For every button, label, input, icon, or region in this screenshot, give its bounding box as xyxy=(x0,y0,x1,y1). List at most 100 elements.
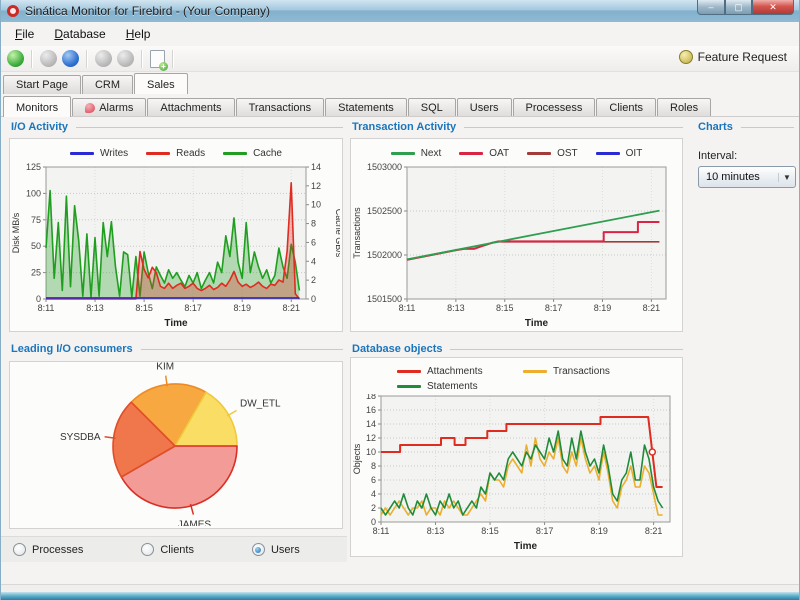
legend-item-writes: Writes xyxy=(70,148,128,159)
db-objects-chart: 8:11 8:13 8:15 8:17 8:19 8:21 0 2 4 6 8 10 12 14 16 18 O… xyxy=(352,391,671,552)
legend-item-attachments: Attachments xyxy=(397,364,523,379)
pause-icon[interactable] xyxy=(40,50,57,67)
svg-text:8:17: 8:17 xyxy=(545,303,563,313)
window-bottom-edge xyxy=(1,592,799,600)
menu-file[interactable]: File xyxy=(5,24,44,44)
bulb-icon xyxy=(678,50,693,64)
svg-text:8:11: 8:11 xyxy=(38,303,55,313)
close-button[interactable]: ✕ xyxy=(752,0,794,15)
legend-swatch xyxy=(595,152,620,155)
tab-processes[interactable]: Processess xyxy=(512,98,596,117)
svg-text:6: 6 xyxy=(311,237,316,247)
tab-crm[interactable]: CRM xyxy=(81,75,134,94)
radio-processes[interactable]: Processes xyxy=(13,543,83,556)
svg-text:Time: Time xyxy=(514,541,538,552)
svg-text:10: 10 xyxy=(366,447,376,457)
menu-help[interactable]: Help xyxy=(116,24,161,44)
tab-alarms[interactable]: Alarms xyxy=(72,98,147,117)
svg-text:Objects: Objects xyxy=(352,443,362,474)
tab-clients[interactable]: Clients xyxy=(596,98,656,117)
section-header-charts: Charts xyxy=(698,121,794,133)
alarm-icon xyxy=(85,103,96,113)
radio-icon[interactable] xyxy=(251,543,265,556)
tab-transactions[interactable]: Transactions xyxy=(235,98,325,117)
legend-item-statements: Statements xyxy=(397,379,523,394)
transaction-activity-panel: Next OAT OST OIT 8:11 8:13 8:15 8:17 8:19 8:21 15… xyxy=(350,138,683,332)
db-objects-panel: Attachments Transactions Statements 8:11 8:… xyxy=(350,357,683,557)
tab-statements[interactable]: Statements xyxy=(325,98,407,117)
section-header-pie: Leading I/O consumers xyxy=(11,343,343,355)
section-header-transaction: Transaction Activity xyxy=(352,121,683,133)
tab-divider xyxy=(1,116,799,117)
radio-icon[interactable] xyxy=(13,543,26,556)
svg-text:KIM: KIM xyxy=(156,362,174,373)
plus-badge-icon: + xyxy=(159,61,168,71)
title-bar: Sinática Monitor for Firebird - (Your Co… xyxy=(1,0,799,23)
legend-item-cache: Cache xyxy=(223,148,282,159)
minimize-button[interactable]: – xyxy=(697,0,725,15)
transaction-legend: Next OAT OST OIT xyxy=(351,139,682,163)
legend-item-ost: OST xyxy=(527,148,578,159)
pie-panel: KIM DW_ETL JAMES SYSDBA xyxy=(9,361,343,531)
legend-swatch xyxy=(146,152,171,155)
svg-text:8:19: 8:19 xyxy=(233,303,251,313)
interval-dropdown[interactable]: 10 minutes ▼ xyxy=(698,166,796,188)
svg-text:75: 75 xyxy=(31,215,41,225)
legend-item-oit: OIT xyxy=(595,148,642,159)
tab-sales[interactable]: Sales xyxy=(134,73,188,94)
svg-text:Transactions: Transactions xyxy=(352,207,362,259)
svg-text:1501500: 1501500 xyxy=(367,294,402,304)
menu-bar: File Database Help xyxy=(1,22,799,46)
svg-text:4: 4 xyxy=(371,489,376,499)
connect-icon[interactable] xyxy=(7,50,24,67)
radio-icon[interactable] xyxy=(141,543,155,556)
legend-swatch xyxy=(390,152,415,155)
svg-text:12: 12 xyxy=(311,181,321,191)
legend-swatch xyxy=(459,152,484,155)
svg-text:Cache GB/s: Cache GB/s xyxy=(334,209,340,258)
tab-attachments[interactable]: Attachments xyxy=(147,98,235,117)
svg-text:1503000: 1503000 xyxy=(367,163,402,172)
db-objects-legend: Attachments Transactions Statements xyxy=(397,358,667,394)
menu-database[interactable]: Database xyxy=(44,24,115,44)
svg-text:12: 12 xyxy=(366,433,376,443)
feature-request-button[interactable]: Feature Request xyxy=(678,50,787,64)
app-icon xyxy=(7,5,19,17)
svg-text:8:13: 8:13 xyxy=(427,526,445,536)
svg-text:50: 50 xyxy=(31,241,41,251)
svg-text:6: 6 xyxy=(371,475,376,485)
refresh-icon[interactable] xyxy=(62,50,79,67)
svg-text:2: 2 xyxy=(311,275,316,285)
new-document-icon[interactable]: + xyxy=(150,49,168,71)
svg-text:8:15: 8:15 xyxy=(135,303,153,313)
forward-icon[interactable] xyxy=(117,50,134,67)
svg-text:8:17: 8:17 xyxy=(536,526,554,536)
svg-text:8:17: 8:17 xyxy=(184,303,202,313)
maximize-button[interactable]: ▢ xyxy=(725,0,752,15)
tab-users[interactable]: Users xyxy=(456,98,512,117)
tab-monitors[interactable]: Monitors xyxy=(3,96,72,117)
tab-roles[interactable]: Roles xyxy=(657,98,712,117)
radio-clients[interactable]: Clients xyxy=(141,543,194,556)
toolbar-separator xyxy=(141,49,143,68)
io-consumers-pie-chart: KIM DW_ETL JAMES SYSDBA xyxy=(60,362,281,531)
back-icon[interactable] xyxy=(95,50,112,67)
tab-start-page[interactable]: Start Page xyxy=(3,75,81,94)
io-activity-panel: Writes Reads Cache 8:11 8:13 8:15 8:17 8:19 8:2… xyxy=(9,138,344,332)
svg-text:8:11: 8:11 xyxy=(399,303,416,313)
consumer-type-radio-group: Processes Clients Users xyxy=(1,536,347,562)
legend-item-next: Next xyxy=(390,148,441,159)
svg-text:JAMES: JAMES xyxy=(178,519,212,526)
radio-users[interactable]: Users xyxy=(251,543,300,556)
svg-text:0: 0 xyxy=(371,517,376,527)
svg-text:DW_ETL: DW_ETL xyxy=(240,399,281,410)
tab-sql[interactable]: SQL xyxy=(407,98,456,117)
svg-text:0: 0 xyxy=(311,294,316,304)
toolbar-separator xyxy=(86,49,88,68)
legend-item-oat: OAT xyxy=(459,148,509,159)
legend-item-reads: Reads xyxy=(146,148,205,159)
svg-text:8:19: 8:19 xyxy=(590,526,608,536)
svg-text:Disk MB/s: Disk MB/s xyxy=(11,212,21,253)
legend-swatch xyxy=(397,385,421,388)
svg-text:8:19: 8:19 xyxy=(594,303,612,313)
